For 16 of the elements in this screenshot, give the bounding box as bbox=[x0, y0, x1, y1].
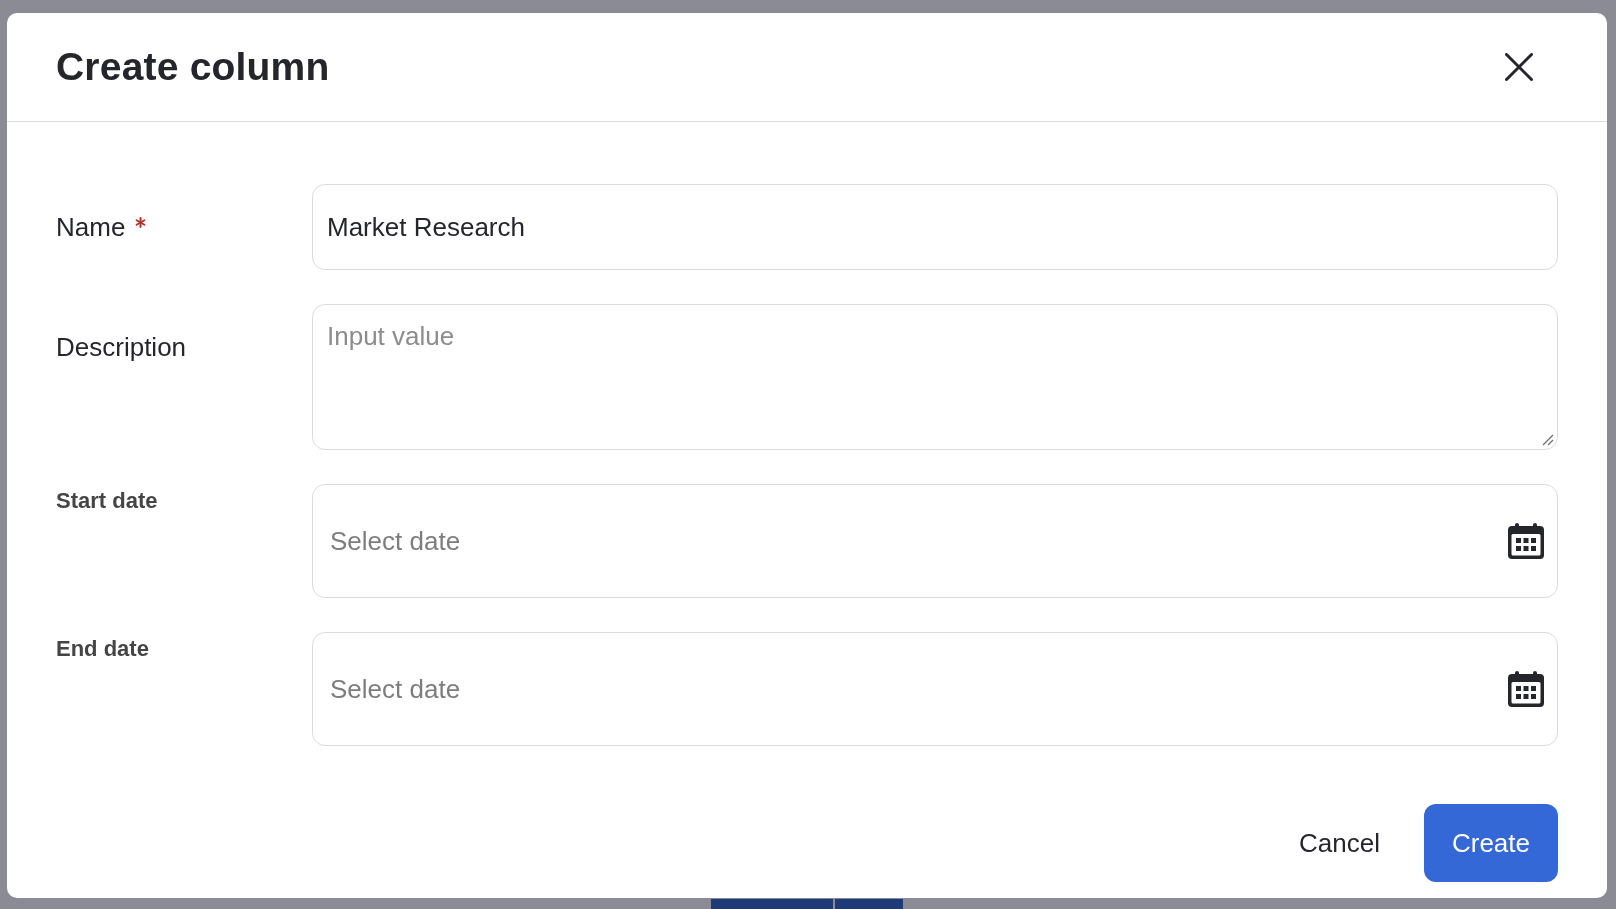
resize-handle-icon[interactable] bbox=[1542, 434, 1554, 446]
field-label: Start date bbox=[56, 488, 158, 514]
calendar-icon bbox=[1508, 671, 1544, 707]
field-label: Name bbox=[56, 212, 126, 242]
field-label: End date bbox=[56, 636, 149, 662]
create-button[interactable]: Create bbox=[1423, 804, 1558, 882]
background-block bbox=[835, 899, 903, 909]
close-icon bbox=[1505, 53, 1533, 81]
dialog-title: Create column bbox=[56, 45, 330, 89]
date-input[interactable]: Select date bbox=[312, 632, 1558, 746]
date-input[interactable]: Select date bbox=[312, 484, 1558, 598]
calendar-icon bbox=[1508, 523, 1544, 559]
cancel-button[interactable]: Cancel bbox=[1283, 804, 1396, 882]
text-input[interactable]: Market Research bbox=[312, 184, 1558, 270]
description-textarea[interactable]: Input value bbox=[312, 304, 1558, 450]
field-label: Description bbox=[56, 332, 187, 362]
